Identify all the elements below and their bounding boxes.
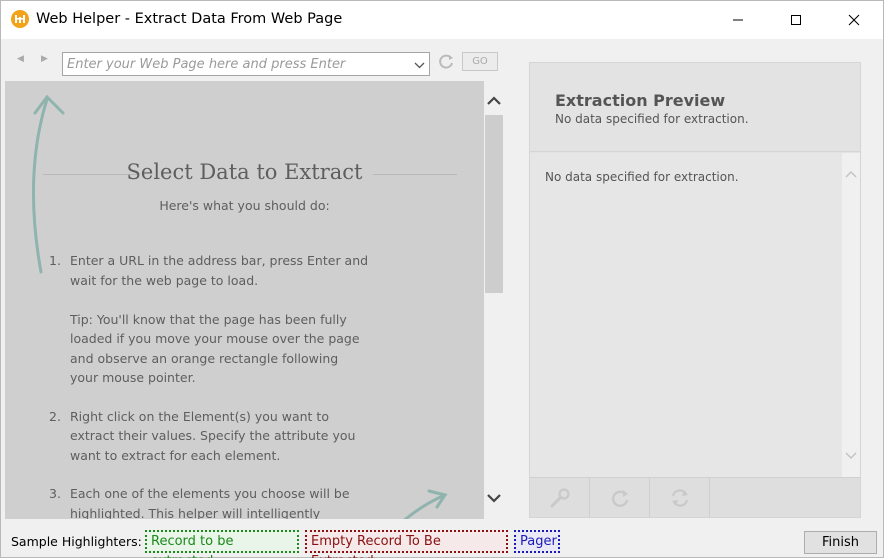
pager-highlighter-sample: Pager [514, 530, 560, 553]
go-button[interactable]: GO [462, 52, 498, 71]
app-window: Web Helper - Extract Data From Web Page … [0, 0, 884, 558]
sync-icon[interactable] [650, 478, 710, 517]
close-button[interactable] [825, 1, 883, 39]
preview-body: No data specified for extraction. [530, 153, 842, 477]
highlighters-label: Sample Highlighters: [11, 534, 142, 549]
app-logo-icon [11, 10, 29, 28]
preview-scrollbar[interactable] [842, 153, 860, 477]
maximize-button[interactable] [767, 1, 825, 39]
step-text: Each one of the elements you choose will… [70, 486, 350, 519]
preview-title: Extraction Preview [555, 91, 726, 110]
url-input[interactable] [67, 56, 407, 73]
browser-view[interactable]: Select Data to Extract Here's what you s… [5, 81, 484, 519]
step-number: 3. [49, 486, 61, 501]
scrollbar-thumb[interactable] [485, 115, 503, 293]
step-text: Right click on the Element(s) you want t… [70, 408, 356, 463]
guide-subtitle: Here's what you should do: [159, 198, 330, 213]
guide-steps: 1. Enter a URL in the address bar, press… [49, 251, 369, 519]
refresh-icon[interactable] [435, 51, 457, 73]
arrow-up-right-icon [403, 489, 448, 519]
url-combobox[interactable] [62, 52, 430, 76]
step-tip: Tip: You'll know that the page has been … [70, 311, 360, 386]
finish-button[interactable]: Finish [804, 531, 877, 554]
wrench-icon[interactable] [530, 478, 590, 517]
step-number: 2. [49, 408, 61, 424]
guide-step: 2. Right click on the Element(s) you wan… [49, 407, 369, 466]
chevron-down-icon[interactable] [412, 58, 426, 72]
preview-header: Extraction Preview No data specified for… [530, 63, 860, 152]
guide-title: Select Data to Extract [126, 160, 363, 184]
scroll-up-icon[interactable] [845, 167, 857, 181]
scroll-down-icon[interactable] [484, 487, 504, 509]
back-arrow-icon[interactable]: ◀ [17, 54, 24, 64]
step-number: 1. [49, 253, 61, 268]
extraction-preview-panel: Extraction Preview No data specified for… [529, 62, 861, 518]
browser-scrollbar[interactable] [484, 81, 504, 519]
record-highlighter-sample: Record to be extracted [145, 530, 299, 558]
preview-toolbar [530, 477, 860, 517]
scroll-down-icon[interactable] [845, 449, 857, 463]
preview-empty-message: No data specified for extraction. [545, 170, 739, 184]
window-title: Web Helper - Extract Data From Web Page [36, 11, 343, 27]
redo-icon[interactable] [590, 478, 650, 517]
title-bar: Web Helper - Extract Data From Web Page [1, 1, 883, 39]
scroll-up-icon[interactable] [484, 89, 504, 111]
guide-step: 1. Enter a URL in the address bar, press… [49, 251, 369, 388]
forward-arrow-icon[interactable]: ▶ [41, 54, 48, 64]
guide-step: 3. Each one of the elements you choose w… [49, 484, 369, 519]
step-text: Enter a URL in the address bar, press En… [70, 253, 369, 288]
preview-subtitle: No data specified for extraction. [555, 112, 749, 126]
minimize-button[interactable] [709, 1, 767, 39]
empty-record-highlighter-sample: Empty Record To Be Extracted [305, 530, 508, 558]
